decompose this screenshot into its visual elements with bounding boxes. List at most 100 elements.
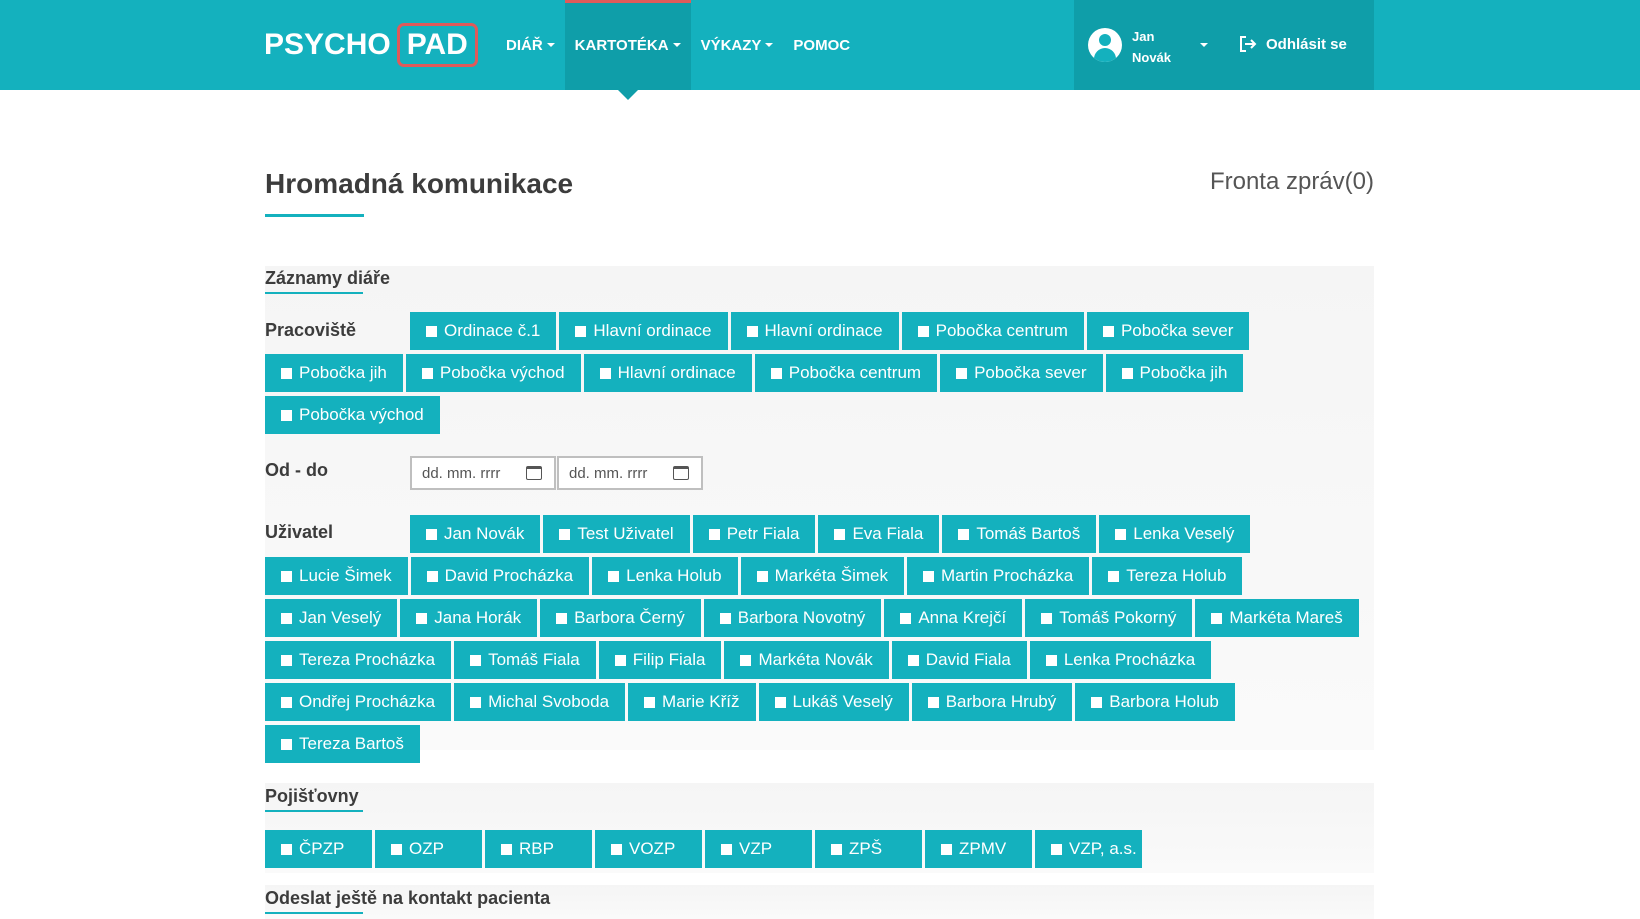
user-checkbox[interactable]: Petr Fiala: [692, 515, 816, 553]
user-checkbox[interactable]: David Fiala: [891, 641, 1027, 679]
user-checkbox[interactable]: Anna Krejčí: [884, 599, 1023, 637]
logo[interactable]: PSYCHO PAD: [264, 21, 478, 69]
insurance-checkbox[interactable]: ZPŠ: [815, 830, 922, 868]
checkbox-icon: [421, 367, 433, 379]
checkbox-icon: [281, 409, 292, 421]
top-navbar: PSYCHO PAD DIÁŘ KARTOTÉKA VÝKAZY POMOC J…: [0, 0, 1640, 100]
workplace-checkbox[interactable]: Hlavní ordinace: [559, 312, 728, 350]
user-checkbox[interactable]: Lenka Veselý: [1099, 515, 1251, 553]
user-checkbox[interactable]: Ondřej Procházka: [265, 683, 452, 721]
user-checkbox[interactable]: Jan Novák: [410, 515, 541, 553]
nav-kartoteka[interactable]: KARTOTÉKA: [564, 0, 691, 100]
user-checkbox[interactable]: Tomáš Pokorný: [1025, 599, 1193, 637]
user-checkbox[interactable]: Barbora Novotný: [703, 599, 882, 637]
insurance-checkbox[interactable]: OZP: [375, 830, 482, 868]
workplace-checkbox[interactable]: Pobočka centrum: [754, 354, 938, 392]
user-checkbox[interactable]: Tereza Procházka: [265, 641, 452, 679]
user-checkbox[interactable]: Test Uživatel: [543, 515, 690, 553]
date-from-input[interactable]: dd. mm. rrrr: [410, 456, 556, 490]
logo-text-psycho: PSYCHO: [264, 28, 391, 61]
avatar-icon[interactable]: [1088, 28, 1122, 62]
workplace-checkbox[interactable]: Pobočka východ: [265, 396, 440, 434]
user-checkbox[interactable]: Markéta Šimek: [740, 557, 904, 595]
workplace-checkbox[interactable]: Pobočka centrum: [901, 312, 1084, 350]
user-checkbox[interactable]: Barbora Hrubý: [911, 683, 1073, 721]
section-underline: [265, 912, 363, 914]
workplace-checkbox[interactable]: Hlavní ordinace: [730, 312, 899, 350]
nav-diar[interactable]: DIÁŘ: [496, 0, 565, 90]
insurance-label: VZP: [739, 839, 773, 858]
logout-button[interactable]: Odhlásit se: [1238, 34, 1347, 54]
workplace-filter: Ordinace č.1 Hlavní ordinace Hlavní ordina…: [265, 312, 1374, 438]
workplace-checkbox[interactable]: Pobočka východ: [405, 354, 581, 392]
user-label: Tomáš Pokorný: [1059, 608, 1177, 627]
checkbox-icon: [281, 367, 292, 379]
checkbox-icon: [1041, 612, 1053, 624]
checkbox-icon: [1091, 696, 1103, 708]
insurance-checkbox[interactable]: VOZP: [595, 830, 702, 868]
logout-icon: [1240, 36, 1257, 52]
checkbox-icon: [774, 696, 786, 708]
nav-vykazy[interactable]: VÝKAZY: [691, 0, 784, 90]
workplace-checkbox[interactable]: Pobočka jih: [265, 354, 403, 392]
workplace-checkbox[interactable]: Pobočka sever: [940, 354, 1103, 392]
calendar-icon[interactable]: [526, 466, 542, 480]
insurance-label: ZPMV: [959, 839, 1007, 858]
checkbox-icon: [756, 570, 768, 582]
workplace-checkbox[interactable]: Pobočka jih: [1105, 354, 1244, 392]
insurance-checkbox[interactable]: RBP: [485, 830, 592, 868]
insurance-label: VOZP: [629, 839, 676, 858]
insurance-checkbox[interactable]: ZPMV: [925, 830, 1032, 868]
workplace-checkbox[interactable]: Hlavní ordinace: [583, 354, 752, 392]
user-menu-chevron-icon[interactable]: [1200, 43, 1208, 47]
workplace-label: Pobočka sever: [974, 363, 1087, 382]
workplace-checkbox[interactable]: Ordinace č.1: [410, 312, 557, 350]
nav-pomoc[interactable]: POMOC: [783, 0, 860, 90]
checkbox-icon: [644, 696, 656, 708]
user-checkbox[interactable]: Marie Kříž: [628, 683, 756, 721]
user-label: Jan Novák: [444, 524, 525, 543]
user-label: Markéta Mareš: [1229, 608, 1343, 627]
workplace-checkbox[interactable]: Pobočka sever: [1086, 312, 1250, 350]
user-checkbox[interactable]: Tereza Bartoš: [265, 725, 420, 763]
user-checkbox[interactable]: Lenka Procházka: [1029, 641, 1212, 679]
date-to-input[interactable]: dd. mm. rrrr: [557, 456, 703, 490]
checkbox-icon: [426, 570, 438, 582]
user-checkbox[interactable]: Markéta Mareš: [1195, 599, 1359, 637]
insurance-checkbox[interactable]: ČPZP: [265, 830, 372, 868]
calendar-icon[interactable]: [673, 466, 689, 480]
checkbox-icon: [426, 528, 437, 540]
user-checkbox[interactable]: Tomáš Bartoš: [942, 515, 1097, 553]
insurance-checkbox[interactable]: VZP: [705, 830, 812, 868]
user-checkbox[interactable]: Lenka Holub: [592, 557, 738, 595]
user-checkbox[interactable]: Eva Fiala: [818, 515, 940, 553]
checkbox-icon: [281, 612, 292, 624]
user-checkbox[interactable]: Barbora Holub: [1075, 683, 1235, 721]
logout-label: Odhlásit se: [1266, 35, 1347, 53]
user-checkbox[interactable]: Jana Horák: [400, 599, 538, 637]
user-checkbox[interactable]: Tomáš Fiala: [454, 641, 596, 679]
user-checkbox[interactable]: Filip Fiala: [598, 641, 722, 679]
insurance-checkbox[interactable]: VZP, a.s.: [1035, 830, 1142, 868]
user-checkbox[interactable]: Martin Procházka: [906, 557, 1090, 595]
user-checkbox[interactable]: Barbora Černý: [540, 599, 701, 637]
workplace-label: Hlavní ordinace: [593, 321, 712, 340]
user-name[interactable]: Jan Novák: [1132, 26, 1202, 68]
checkbox-icon: [1102, 325, 1114, 337]
message-queue-link[interactable]: Fronta zpráv(0): [1200, 168, 1374, 196]
user-checkbox[interactable]: Tereza Holub: [1092, 557, 1243, 595]
user-checkbox[interactable]: Markéta Novák: [724, 641, 889, 679]
user-checkbox[interactable]: Jan Veselý: [265, 599, 398, 637]
checkbox-icon: [608, 570, 620, 582]
section-underline: [265, 292, 363, 294]
checkbox-icon: [721, 843, 732, 855]
user-checkbox[interactable]: Lucie Šimek: [265, 557, 408, 595]
user-filter: Jan Novák Test Uživatel Petr Fiala Eva Fial…: [265, 515, 1374, 767]
user-label: David Fiala: [925, 650, 1011, 669]
checkbox-icon: [708, 528, 720, 540]
user-checkbox[interactable]: David Procházka: [410, 557, 590, 595]
checkbox-icon: [719, 612, 731, 624]
user-checkbox[interactable]: Michal Svoboda: [454, 683, 626, 721]
checkbox-icon: [470, 696, 482, 708]
user-checkbox[interactable]: Lukáš Veselý: [758, 683, 909, 721]
